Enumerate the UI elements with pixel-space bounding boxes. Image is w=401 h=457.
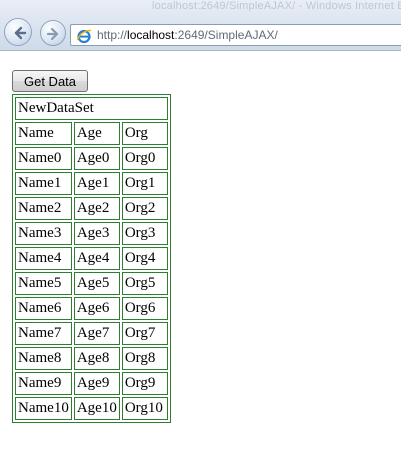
back-button[interactable] [4, 18, 32, 46]
table-row: Name1 Age1 Org1 [15, 172, 168, 195]
cell-age: Age4 [73, 247, 120, 270]
back-arrow-icon [14, 26, 27, 40]
cell-name: Name7 [15, 322, 72, 345]
table-row: Name7 Age7 Org7 [15, 322, 168, 345]
cell-age: Age2 [73, 197, 120, 220]
internet-explorer-icon [76, 29, 92, 44]
cell-name: Name6 [15, 297, 72, 320]
address-bar[interactable]: http://localhost:2649/SimpleAJAX/ [70, 24, 401, 46]
cell-name: Name3 [15, 222, 72, 245]
forward-button[interactable] [40, 20, 66, 46]
cell-org: Org8 [121, 347, 168, 370]
page-content: Get Data NewDataSet Name Age Org Name0 Ag… [0, 51, 401, 457]
cell-age: Age8 [73, 347, 120, 370]
cell-org: Org6 [121, 297, 168, 320]
table-row: Name10 Age10 Org10 [15, 397, 168, 420]
table-title: NewDataSet [15, 97, 168, 120]
cell-name: Name10 [15, 397, 72, 420]
table-row: Name9 Age9 Org9 [15, 372, 168, 395]
cell-org: Org1 [121, 172, 168, 195]
cell-org: Org4 [121, 247, 168, 270]
cell-name: Name0 [15, 147, 72, 170]
cell-age: Age0 [73, 147, 120, 170]
cell-age: Age1 [73, 172, 120, 195]
cell-org: Org10 [121, 397, 168, 420]
cell-org: Org3 [121, 222, 168, 245]
window-title: localhost:2649/SimpleAJAX/ - Windows Int… [152, 0, 401, 12]
table-row: Name4 Age4 Org4 [15, 247, 168, 270]
cell-org: Org0 [121, 147, 168, 170]
cell-org: Org7 [121, 322, 168, 345]
cell-name: Name8 [15, 347, 72, 370]
header-name: Name [15, 122, 72, 145]
cell-age: Age7 [73, 322, 120, 345]
url-text: http://localhost:2649/SimpleAJAX/ [97, 28, 278, 42]
cell-name: Name2 [15, 197, 72, 220]
cell-org: Org5 [121, 272, 168, 295]
cell-org: Org9 [121, 372, 168, 395]
cell-age: Age5 [73, 272, 120, 295]
table-row: Name3 Age3 Org3 [15, 222, 168, 245]
header-age: Age [73, 122, 120, 145]
table-row: Name8 Age8 Org8 [15, 347, 168, 370]
forward-arrow-icon [46, 27, 59, 41]
table-row: Name0 Age0 Org0 [15, 147, 168, 170]
table-row: Name5 Age5 Org5 [15, 272, 168, 295]
table-header-row: Name Age Org [15, 122, 168, 145]
header-org: Org [121, 122, 168, 145]
cell-name: Name9 [15, 372, 72, 395]
browser-toolbar: localhost:2649/SimpleAJAX/ - Windows Int… [0, 0, 401, 51]
cell-org: Org2 [121, 197, 168, 220]
table-row: Name2 Age2 Org2 [15, 197, 168, 220]
cell-name: Name5 [15, 272, 72, 295]
cell-age: Age10 [73, 397, 120, 420]
cell-age: Age9 [73, 372, 120, 395]
table-row: Name6 Age6 Org6 [15, 297, 168, 320]
cell-name: Name4 [15, 247, 72, 270]
url-prefix: http:// [97, 28, 128, 42]
cell-name: Name1 [15, 172, 72, 195]
data-table: NewDataSet Name Age Org Name0 Age0 Org0 Nam… [12, 94, 171, 423]
cell-age: Age3 [73, 222, 120, 245]
cell-age: Age6 [73, 297, 120, 320]
url-host: localhost [127, 28, 175, 42]
table-title-row: NewDataSet [15, 97, 168, 120]
url-path: :2649/SimpleAJAX/ [174, 28, 278, 42]
get-data-button[interactable]: Get Data [12, 70, 88, 92]
